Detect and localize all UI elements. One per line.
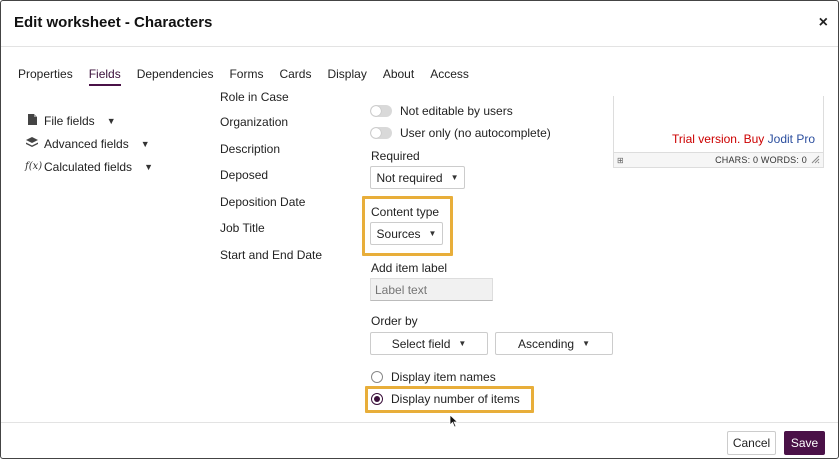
trial-text: Trial version. Buy xyxy=(672,132,768,146)
order-by-field-value: Select field xyxy=(391,336,451,351)
display-item-names-label: Display item names xyxy=(391,370,496,384)
tab-fields[interactable]: Fields xyxy=(88,67,121,86)
field-item-role-in-case[interactable]: Role in Case xyxy=(220,89,322,105)
not-editable-label: Not editable by users xyxy=(400,104,513,118)
editor-status-text: CHARS: 0 WORDS: 0 xyxy=(715,155,807,165)
display-number-of-items-radio[interactable] xyxy=(371,393,383,405)
chevron-down-icon: ▼ xyxy=(582,339,590,348)
tab-forms[interactable]: Forms xyxy=(229,67,263,86)
tab-properties[interactable]: Properties xyxy=(18,67,73,86)
sidebar-item-label: Advanced fields xyxy=(44,136,129,151)
edit-worksheet-dialog: Edit worksheet - Characters × Properties… xyxy=(0,0,839,459)
chevron-down-icon: ▼ xyxy=(428,229,437,238)
chevron-down-icon: ▼ xyxy=(144,161,153,172)
close-icon[interactable]: × xyxy=(819,14,828,32)
field-type-sidebar: File fields ▼ Advanced fields ▼ f(x) Cal… xyxy=(25,109,153,178)
display-number-of-items-label: Display number of items xyxy=(391,392,520,406)
display-item-names-radio[interactable] xyxy=(371,371,383,383)
sidebar-item-label: File fields xyxy=(44,113,95,128)
function-icon: f(x) xyxy=(25,161,43,172)
chevron-down-icon: ▼ xyxy=(140,138,150,149)
sidebar-item-advanced-fields[interactable]: Advanced fields ▼ xyxy=(25,132,153,155)
field-list: Role in Case Organization Description De… xyxy=(220,90,322,275)
sidebar-item-calculated-fields[interactable]: f(x) Calculated fields ▼ xyxy=(25,155,153,178)
add-item-label-input[interactable] xyxy=(370,278,493,301)
rich-text-editor[interactable]: Trial version. Buy Jodit Pro ⊞ CHARS: 0 … xyxy=(613,96,824,168)
order-by-field-select[interactable]: Select field ▼ xyxy=(370,332,488,355)
required-label: Required xyxy=(371,149,420,163)
chevron-down-icon: ▼ xyxy=(458,339,467,348)
user-only-toggle-row[interactable]: User only (no autocomplete) xyxy=(370,126,551,140)
editor-status-bar: ⊞ CHARS: 0 WORDS: 0 xyxy=(614,152,823,167)
content-type-select[interactable]: Sources ▼ xyxy=(370,222,443,245)
sidebar-item-file-fields[interactable]: File fields ▼ xyxy=(25,109,153,132)
field-item-start-end-date[interactable]: Start and End Date xyxy=(220,248,322,275)
cancel-button[interactable]: Cancel xyxy=(727,431,776,455)
save-button[interactable]: Save xyxy=(784,431,825,455)
add-item-label: Add item label xyxy=(371,261,448,275)
tab-dependencies[interactable]: Dependencies xyxy=(137,67,214,86)
order-by-label: Order by xyxy=(371,314,418,328)
sidebar-item-label: Calculated fields xyxy=(44,159,133,174)
required-select[interactable]: Not required ▼ xyxy=(370,166,465,189)
content-type-label: Content type xyxy=(371,205,440,219)
trial-notice: Trial version. Buy Jodit Pro xyxy=(672,132,815,146)
mouse-pointer-icon xyxy=(449,414,459,428)
source-mode-icon[interactable]: ⊞ xyxy=(617,156,624,165)
field-settings-panel: Not editable by users User only (no auto… xyxy=(362,1,613,458)
content-type-select-value: Sources xyxy=(376,226,421,241)
user-only-label: User only (no autocomplete) xyxy=(400,126,551,140)
layers-icon xyxy=(25,136,39,151)
chevron-down-icon: ▼ xyxy=(106,115,116,126)
file-icon xyxy=(25,113,39,128)
display-item-names-option[interactable]: Display item names xyxy=(371,370,496,384)
not-editable-toggle-row[interactable]: Not editable by users xyxy=(370,104,513,118)
field-item-deposition-date[interactable]: Deposition Date xyxy=(220,195,322,222)
required-select-value: Not required xyxy=(376,170,443,185)
field-item-organization[interactable]: Organization xyxy=(220,115,322,142)
resize-handle-icon[interactable] xyxy=(811,155,821,165)
dialog-footer: Cancel Save xyxy=(1,422,838,458)
order-direction-select[interactable]: Ascending ▼ xyxy=(495,332,613,355)
dialog-title: Edit worksheet - Characters xyxy=(14,14,213,31)
tab-display[interactable]: Display xyxy=(327,67,366,86)
chevron-down-icon: ▼ xyxy=(450,173,459,182)
jodit-pro-link[interactable]: Jodit Pro xyxy=(768,132,815,146)
order-direction-value: Ascending xyxy=(518,336,575,351)
user-only-toggle[interactable] xyxy=(370,127,392,139)
field-item-deposed[interactable]: Deposed xyxy=(220,168,322,195)
display-number-of-items-option[interactable]: Display number of items xyxy=(371,392,520,406)
not-editable-toggle[interactable] xyxy=(370,105,392,117)
tab-cards[interactable]: Cards xyxy=(279,67,311,86)
field-item-job-title[interactable]: Job Title xyxy=(220,221,322,248)
field-item-description[interactable]: Description xyxy=(220,142,322,169)
